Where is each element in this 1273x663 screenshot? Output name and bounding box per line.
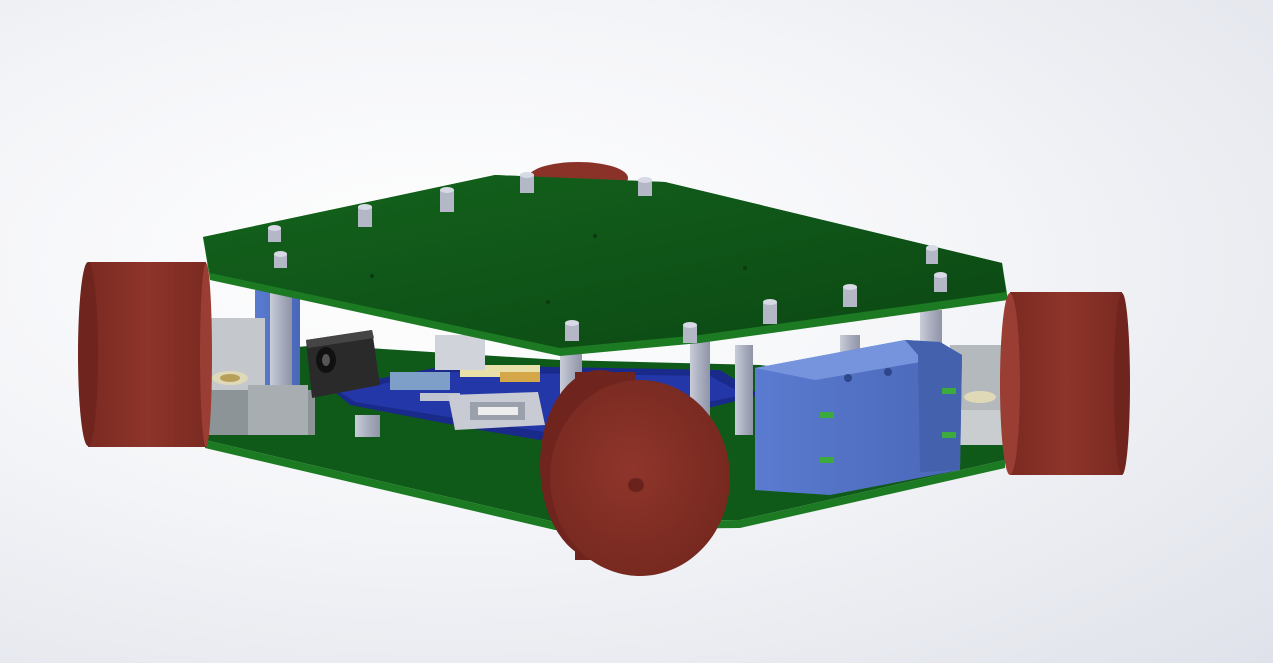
motor-mount-bracket: [755, 340, 962, 495]
top-pcb-plate: [203, 175, 1008, 356]
cad-viewport: [0, 0, 1273, 663]
left-wheel: [78, 262, 212, 447]
usb-port: [448, 392, 545, 430]
robot-chassis-render: [78, 162, 1130, 576]
right-wheel: [1000, 292, 1130, 475]
